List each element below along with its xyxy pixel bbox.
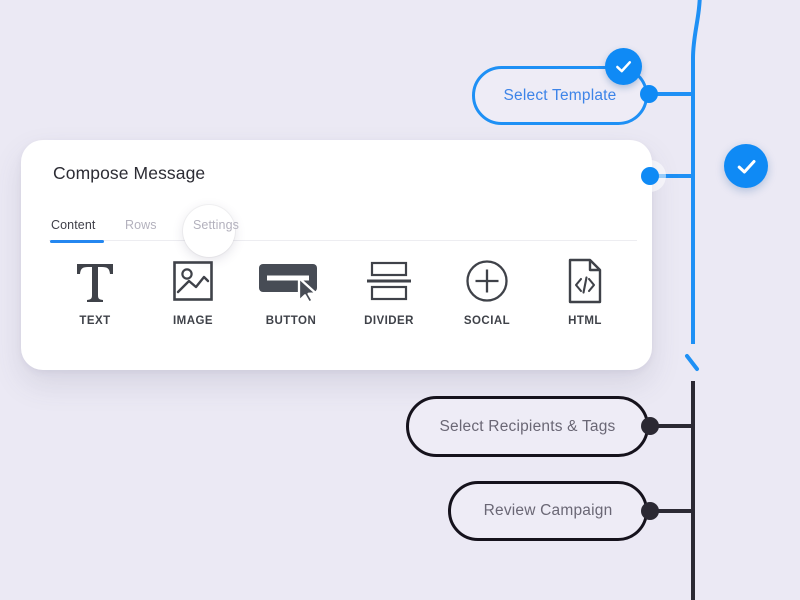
block-item-divider[interactable]: DIVIDER (340, 257, 438, 347)
node-dot-compose-message (641, 167, 659, 185)
step-select-recipients-label: Select Recipients & Tags (439, 417, 616, 435)
tab-settings[interactable]: Settings (193, 218, 239, 232)
block-item-text[interactable]: TEXT (46, 257, 144, 347)
step-review-campaign-label: Review Campaign (483, 502, 613, 519)
content-blocks-row: TEXT IMAGE BUTTON DIVIDER SOCIAL HTML (46, 257, 636, 347)
plus-circle-icon (464, 257, 510, 305)
block-item-html[interactable]: HTML (536, 257, 634, 347)
block-item-button[interactable]: BUTTON (242, 257, 340, 347)
block-label-divider: DIVIDER (364, 315, 414, 327)
tab-rows[interactable]: Rows (125, 218, 157, 232)
status-check-compose-message (724, 144, 768, 188)
check-icon (737, 159, 756, 174)
tab-strip: Content Rows (21, 218, 652, 243)
block-label-html: HTML (568, 315, 602, 327)
step-select-recipients[interactable]: Select Recipients & Tags (406, 396, 649, 457)
block-label-social: SOCIAL (463, 315, 511, 327)
page-title: Compose Message (53, 163, 206, 183)
image-icon (171, 257, 215, 305)
flow-canvas: Select Template Compose Message Content … (0, 0, 800, 600)
node-dot-select-template (640, 85, 658, 103)
connector-blue-trunk (691, 0, 702, 344)
node-dot-select-recipients (641, 417, 659, 435)
block-label-text: TEXT (79, 315, 111, 327)
check-icon (616, 61, 632, 73)
connector-blue-dash (685, 354, 699, 371)
block-item-image[interactable]: IMAGE (144, 257, 242, 347)
step-review-campaign[interactable]: Review Campaign (448, 481, 648, 541)
code-file-icon (566, 257, 604, 305)
button-icon (255, 257, 327, 305)
tab-active-underline (50, 240, 104, 243)
text-t-icon (73, 257, 117, 305)
node-dot-review-campaign (641, 502, 659, 520)
tab-content[interactable]: Content (51, 218, 95, 232)
divider-icon (365, 257, 413, 305)
compose-message-card[interactable]: Compose Message Content Rows Settings TE… (21, 140, 652, 370)
block-item-social[interactable]: SOCIAL (438, 257, 536, 347)
status-check-select-template (605, 48, 642, 85)
step-select-template-label: Select Template (503, 86, 617, 104)
block-label-image: IMAGE (173, 315, 213, 327)
block-label-button: BUTTON (265, 315, 317, 327)
